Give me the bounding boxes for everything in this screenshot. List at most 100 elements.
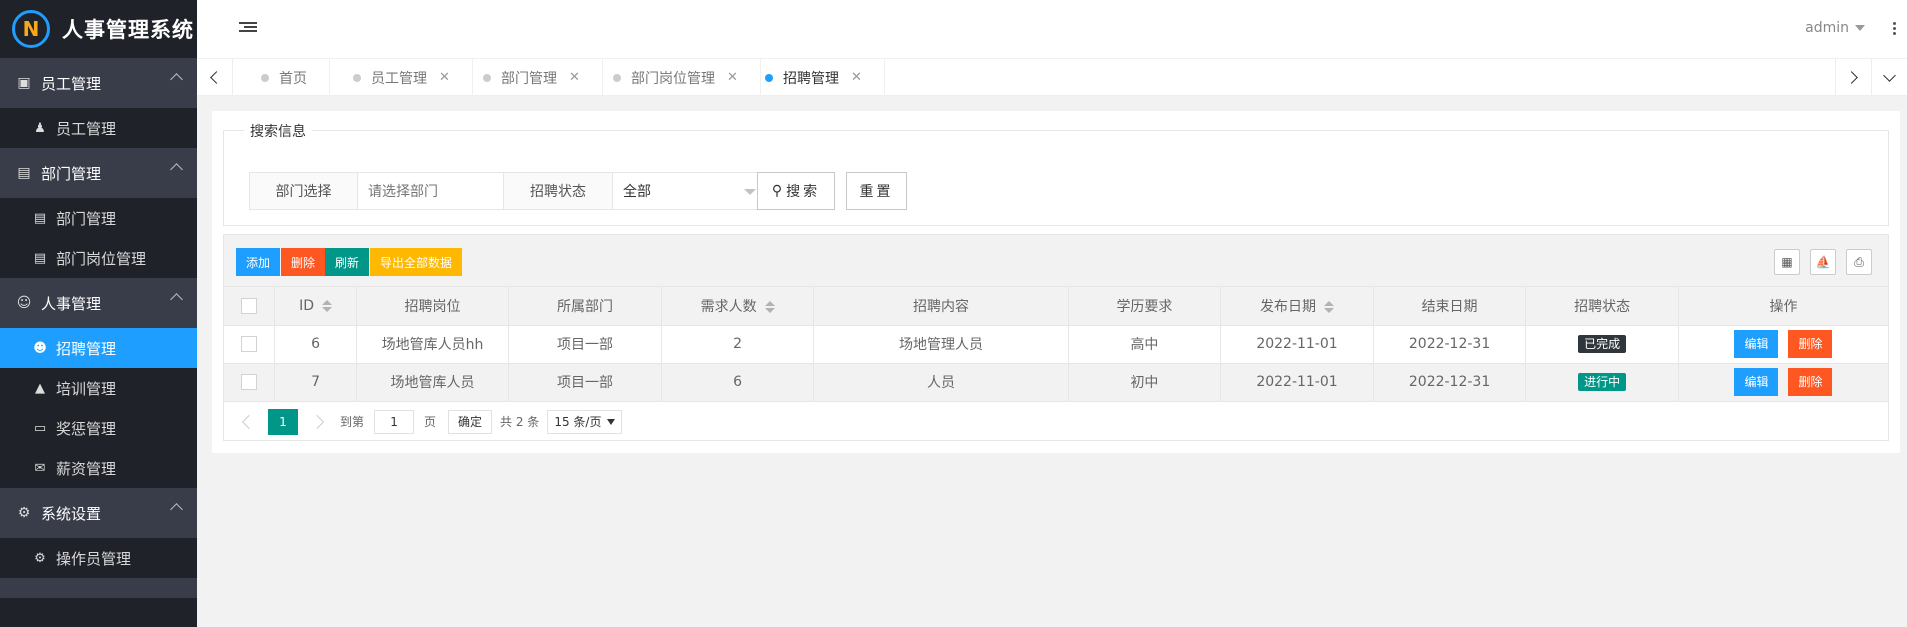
cell-status: 已完成 — [1525, 325, 1679, 364]
tab-department[interactable]: 部门管理 ✕ — [455, 59, 603, 96]
export-all-button[interactable]: 导出全部数据 — [370, 248, 463, 276]
sidebar-item-department[interactable]: ▤ 部门管理 — [0, 198, 197, 238]
chevron-down-icon — [1883, 69, 1896, 82]
recruitment-table: ID 招聘岗位 所属部门 需求人数 招聘内容 学历要求 发布日期 结束日期 招聘… — [224, 287, 1888, 402]
sidebar-item-label: 员工管理 — [56, 119, 117, 138]
select-all-checkbox[interactable] — [224, 287, 276, 326]
cell-count: 6 — [661, 363, 815, 402]
sidebar-item-recruitment[interactable]: ☻ 招聘管理 — [0, 328, 197, 368]
sidebar-item-label: 操作员管理 — [56, 549, 132, 568]
caret-down-icon — [1855, 25, 1865, 31]
tab-employee[interactable]: 员工管理 ✕ — [325, 59, 473, 96]
edit-button[interactable]: 编辑 — [1734, 330, 1779, 358]
menu-toggle-icon[interactable] — [239, 20, 257, 36]
sidebar-group-department[interactable]: ▤ 部门管理 — [0, 148, 197, 198]
dept-filter: 部门选择 请选择部门 — [249, 172, 545, 210]
delete-button[interactable]: 删除 — [1788, 330, 1833, 358]
id-card-icon: ▤ — [33, 210, 47, 226]
goto-page-input[interactable]: 1 — [374, 409, 415, 434]
status-badge: 进行中 — [1578, 373, 1627, 391]
search-button-label: 搜索 — [786, 184, 821, 200]
sidebar-item-reward[interactable]: ▭ 奖惩管理 — [0, 408, 197, 448]
dept-select-value: 请选择部门 — [368, 184, 438, 200]
print-icon[interactable]: ⎙ — [1846, 249, 1872, 275]
export-icon[interactable]: ⛵ — [1810, 249, 1836, 275]
row-checkbox[interactable] — [224, 325, 276, 364]
close-icon[interactable]: ✕ — [851, 70, 862, 85]
cell-end-date: 2022-12-31 — [1373, 325, 1527, 364]
caret-down-icon — [744, 189, 756, 195]
more-vertical-icon[interactable] — [1893, 20, 1897, 37]
tab-label: 部门管理 — [501, 70, 557, 87]
refresh-button[interactable]: 刷新 — [325, 248, 370, 276]
envelope-icon: ✉ — [34, 460, 46, 476]
sidebar-group-next — [0, 578, 197, 598]
sort-icon[interactable] — [1324, 300, 1334, 313]
sidebar-group-hr[interactable]: ☺ 人事管理 — [0, 278, 197, 328]
tab-home[interactable]: 首页 — [233, 59, 330, 96]
sidebar-group-settings[interactable]: ⚙ 系统设置 — [0, 488, 197, 538]
sort-icon[interactable] — [321, 299, 332, 312]
cell-actions: 编辑 删除 — [1678, 363, 1888, 402]
sidebar-item-salary[interactable]: ✉ 薪资管理 — [0, 448, 197, 488]
cell-education: 高中 — [1068, 325, 1222, 364]
tab-bar: 首页 员工管理 ✕ 部门管理 ✕ 部门岗位管理 ✕ 招聘管理 ✕ — [197, 58, 1907, 96]
sidebar-group-employee[interactable]: ▣ 员工管理 — [0, 58, 197, 108]
sidebar-item-operator[interactable]: ⚙ 操作员管理 — [0, 538, 197, 578]
tab-label: 部门岗位管理 — [631, 70, 715, 87]
tab-scroll-left[interactable] — [197, 59, 233, 96]
col-education: 学历要求 — [1068, 287, 1222, 326]
search-button[interactable]: ⚲ 搜索 — [757, 172, 835, 210]
id-card-icon: ▤ — [17, 165, 31, 181]
caret-down-icon — [607, 418, 616, 425]
tab-menu-dropdown[interactable] — [1871, 59, 1907, 96]
close-icon[interactable]: ✕ — [569, 70, 580, 85]
row-checkbox[interactable] — [224, 363, 276, 402]
sort-icon[interactable] — [764, 300, 775, 313]
cell-id: 6 — [274, 325, 357, 364]
delete-button[interactable]: 删除 — [1788, 368, 1833, 396]
status-select[interactable]: 全部 — [613, 173, 768, 209]
tab-recruitment[interactable]: 招聘管理 ✕ — [737, 59, 885, 96]
data-table-panel: 添加 删除 刷新 导出全部数据 ▦ ⛵ ⎙ ID 招聘岗位 所属部门 需求人数 … — [223, 234, 1889, 441]
table-row: 7 场地管库人员 项目一部 6 人员 初中 2022-11-01 2022-12… — [224, 363, 1888, 402]
tab-department-position[interactable]: 部门岗位管理 ✕ — [585, 59, 761, 96]
tab-scroll-right[interactable] — [1835, 59, 1871, 96]
logo-icon: N — [12, 10, 50, 48]
sidebar-group-label: 部门管理 — [41, 164, 102, 183]
col-count[interactable]: 需求人数 — [661, 287, 815, 326]
delete-selected-button[interactable]: 删除 — [281, 248, 326, 276]
user-menu[interactable]: admin — [1805, 20, 1865, 36]
col-position: 招聘岗位 — [356, 287, 510, 326]
sidebar-item-label: 培训管理 — [56, 379, 117, 398]
table-row: 6 场地管库人员hh 项目一部 2 场地管理人员 高中 2022-11-01 2… — [224, 325, 1888, 364]
goto-confirm-button[interactable]: 确定 — [448, 409, 493, 434]
tab-label: 员工管理 — [371, 70, 427, 87]
cell-content: 场地管理人员 — [813, 325, 1069, 364]
reset-button[interactable]: 重置 — [846, 172, 907, 210]
next-page-icon[interactable] — [309, 414, 325, 429]
cell-position: 场地管库人员 — [356, 363, 510, 402]
sidebar-item-department-position[interactable]: ▤ 部门岗位管理 — [0, 238, 197, 278]
col-id[interactable]: ID — [274, 287, 357, 326]
search-icon: ⚲ — [771, 183, 783, 199]
sidebar-item-label: 薪资管理 — [56, 459, 117, 478]
cell-status: 进行中 — [1525, 363, 1679, 402]
col-end-date: 结束日期 — [1373, 287, 1527, 326]
cell-id: 7 — [274, 363, 357, 402]
sidebar-item-training[interactable]: ▲ 培训管理 — [0, 368, 197, 408]
prev-page-icon[interactable] — [241, 414, 257, 429]
add-button[interactable]: 添加 — [236, 248, 281, 276]
page-current[interactable]: 1 — [268, 408, 298, 435]
status-select-value: 全部 — [623, 184, 651, 200]
edit-button[interactable]: 编辑 — [1734, 368, 1779, 396]
sidebar-item-employee[interactable]: ♟ 员工管理 — [0, 108, 197, 148]
page-size-select[interactable]: 15 条/页 — [547, 409, 623, 434]
sidebar-item-label: 招聘管理 — [56, 339, 117, 358]
columns-filter-icon[interactable]: ▦ — [1774, 249, 1800, 275]
cell-content: 人员 — [813, 363, 1069, 402]
total-count: 共 2 条 — [500, 415, 540, 429]
col-publish-date[interactable]: 发布日期 — [1220, 287, 1374, 326]
main-panel: 搜索信息 部门选择 请选择部门 招聘状态 全部 ⚲ 搜索 重置 添加 删除 刷新… — [212, 111, 1900, 453]
close-icon[interactable]: ✕ — [439, 70, 450, 85]
